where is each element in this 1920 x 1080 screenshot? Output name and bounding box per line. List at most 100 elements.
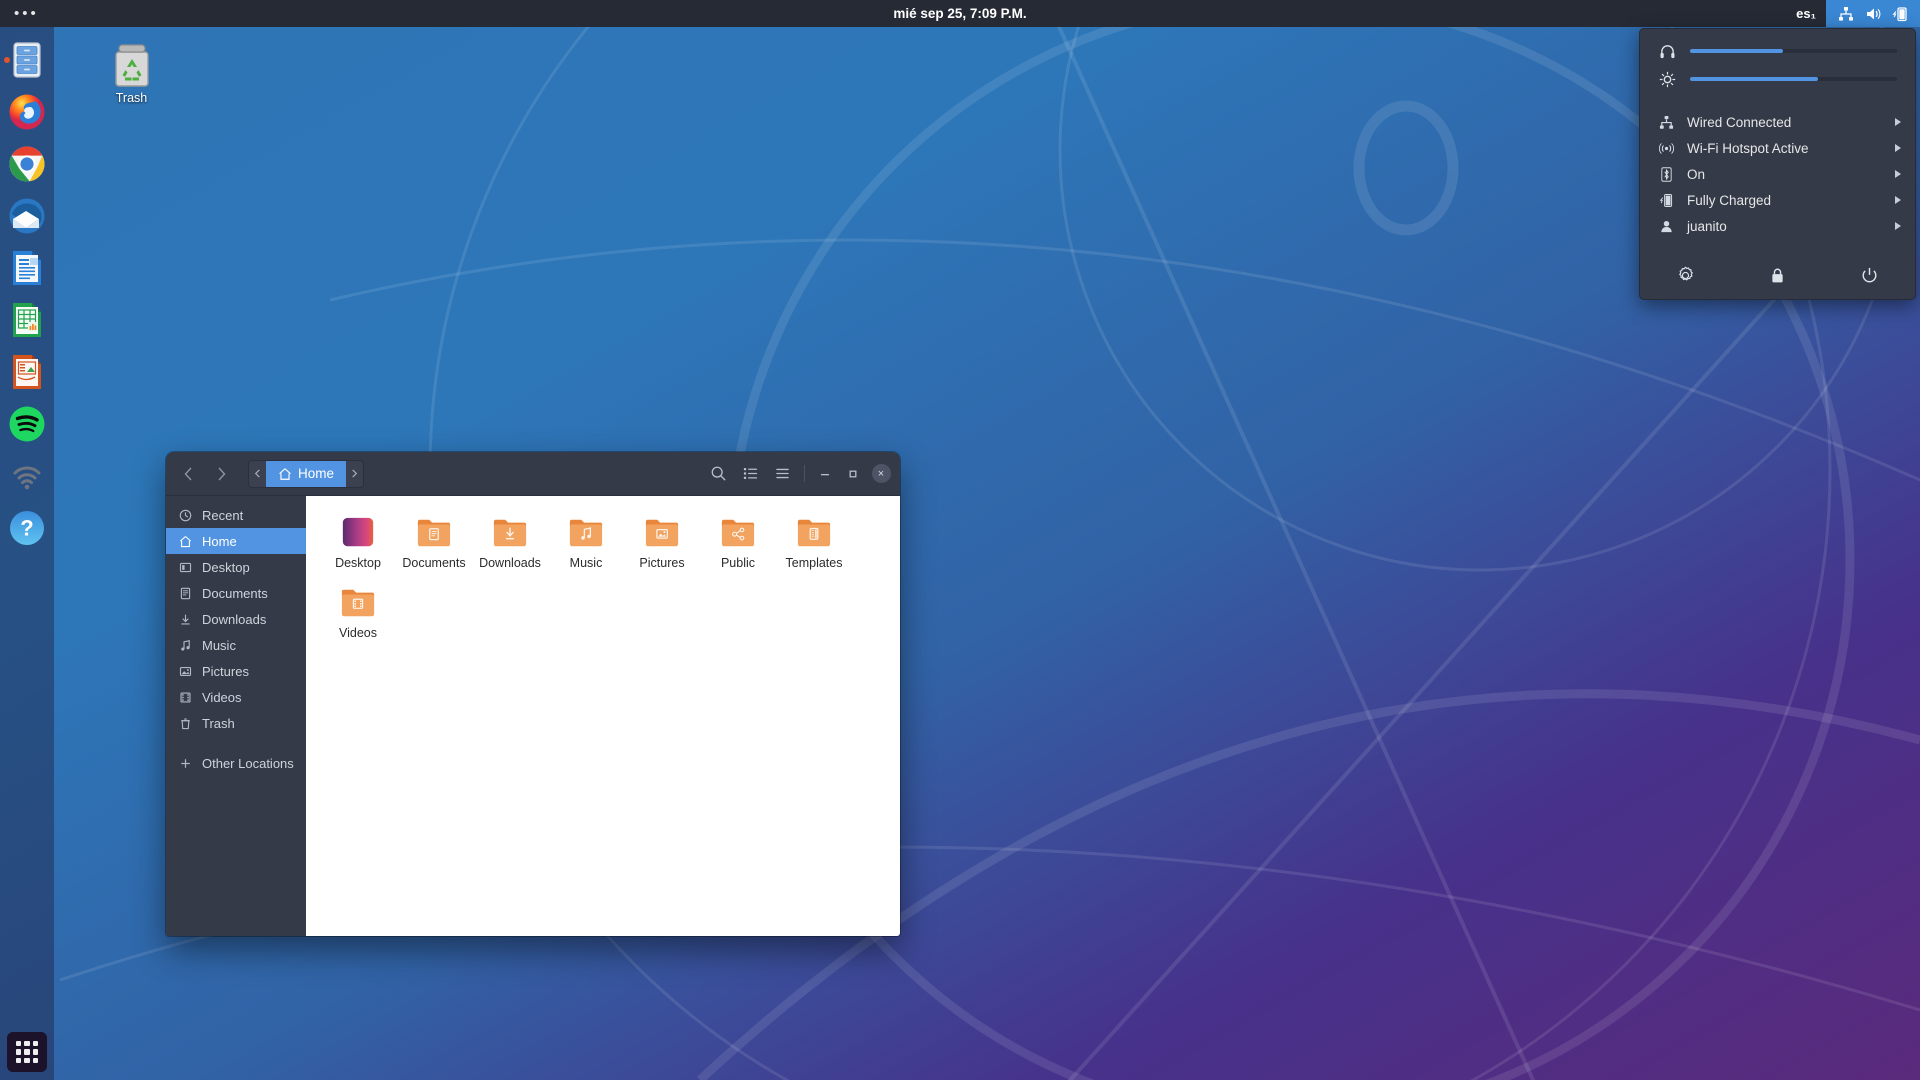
window-header-bar: Home: [166, 452, 900, 496]
keyboard-layout-indicator[interactable]: es₁: [1786, 6, 1826, 21]
menu-spacer: [1640, 93, 1915, 109]
file-item-label: Music: [570, 556, 603, 570]
dock-item-calc[interactable]: [3, 294, 51, 346]
clock[interactable]: mié sep 25, 7:09 P.M.: [0, 6, 1920, 21]
file-item-documents[interactable]: Documents: [396, 508, 472, 570]
sidebar-separator: [166, 736, 306, 750]
music-icon: [178, 639, 192, 652]
file-item-label: Public: [721, 556, 755, 570]
menu-button[interactable]: [767, 459, 797, 489]
wifi-hotspot-icon: [1658, 141, 1674, 156]
top-bar: ••• mié sep 25, 7:09 P.M. es₁: [0, 0, 1920, 27]
sidebar-item-home[interactable]: Home: [166, 528, 306, 554]
chevron-right-icon: [1895, 144, 1901, 152]
lock-button[interactable]: [1768, 266, 1787, 290]
sidebar-item-other-locations[interactable]: Other Locations: [166, 750, 306, 776]
menu-item-wired[interactable]: Wired Connected: [1640, 109, 1915, 135]
brightness-slider-row[interactable]: [1640, 65, 1915, 93]
path-scroll-left-button[interactable]: [249, 460, 266, 488]
minimize-button[interactable]: [812, 461, 838, 487]
close-button[interactable]: ×: [872, 464, 891, 483]
search-button[interactable]: [703, 459, 733, 489]
file-item-public[interactable]: Public: [700, 508, 776, 570]
file-item-music[interactable]: Music: [548, 508, 624, 570]
menu-item-user[interactable]: juanito: [1640, 213, 1915, 239]
sidebar-item-label: Recent: [202, 508, 243, 523]
show-applications-button[interactable]: [7, 1032, 47, 1072]
user-icon: [1658, 219, 1674, 234]
files-icon: [7, 40, 47, 80]
menu-item-battery[interactable]: Fully Charged: [1640, 187, 1915, 213]
volume-slider-track[interactable]: [1690, 49, 1897, 53]
file-manager-window: Home: [166, 452, 900, 936]
path-button-home[interactable]: Home: [266, 460, 346, 488]
desktop-icon-trash[interactable]: Trash: [89, 42, 174, 105]
volume-slider-row[interactable]: [1640, 37, 1915, 65]
file-item-templates[interactable]: Templates: [776, 508, 852, 570]
maximize-button[interactable]: [840, 461, 866, 487]
folder-music-icon: [566, 515, 606, 551]
back-button[interactable]: [174, 459, 204, 489]
dock-item-thunderbird[interactable]: [3, 190, 51, 242]
folder-pictures-icon: [642, 515, 682, 551]
dock-item-files[interactable]: [3, 34, 51, 86]
chrome-icon: [7, 144, 47, 184]
desktop-icon-label: Trash: [116, 91, 148, 105]
bluetooth-icon: [1658, 167, 1674, 182]
menu-action-bar: [1640, 253, 1915, 293]
folder-public-icon: [718, 515, 758, 551]
power-button[interactable]: [1860, 266, 1879, 290]
activities-button[interactable]: •••: [14, 6, 39, 21]
dock-item-writer[interactable]: [3, 242, 51, 294]
file-grid[interactable]: Desktop Documents: [306, 496, 900, 936]
header-separator: [804, 465, 805, 482]
sidebar-item-documents[interactable]: Documents: [166, 580, 306, 606]
sidebar-item-music[interactable]: Music: [166, 632, 306, 658]
trash-icon: [110, 42, 154, 88]
view-list-button[interactable]: [735, 459, 765, 489]
network-wired-icon: [1838, 6, 1854, 22]
dock-item-hotspot[interactable]: [3, 450, 51, 502]
sidebar-item-downloads[interactable]: Downloads: [166, 606, 306, 632]
app-grid-dot: [24, 1049, 29, 1054]
file-item-pictures[interactable]: Pictures: [624, 508, 700, 570]
sidebar-item-label: Videos: [202, 690, 242, 705]
forward-button[interactable]: [206, 459, 236, 489]
app-grid-dot: [33, 1049, 38, 1054]
list-view-icon: [742, 465, 759, 482]
folder-downloads-icon: [490, 515, 530, 551]
sidebar-item-trash[interactable]: Trash: [166, 710, 306, 736]
chevron-right-icon: [1895, 118, 1901, 126]
dock-item-firefox[interactable]: [3, 86, 51, 138]
settings-button[interactable]: [1676, 266, 1695, 290]
volume-slider-fill: [1690, 49, 1783, 53]
menu-item-label: juanito: [1687, 219, 1882, 234]
folder-thumbnail-icon: [338, 515, 378, 551]
sidebar-item-desktop[interactable]: Desktop: [166, 554, 306, 580]
close-button-wrap[interactable]: ×: [868, 461, 894, 487]
desktop-icon: [178, 561, 192, 574]
path-scroll-right-button[interactable]: [346, 460, 363, 488]
dock-item-spotify[interactable]: [3, 398, 51, 450]
sidebar-item-recent[interactable]: Recent: [166, 502, 306, 528]
brightness-slider-track[interactable]: [1690, 77, 1897, 81]
file-item-desktop[interactable]: Desktop: [320, 508, 396, 570]
menu-item-label: Fully Charged: [1687, 193, 1882, 208]
app-grid-dot: [33, 1041, 38, 1046]
menu-item-hotspot[interactable]: Wi-Fi Hotspot Active: [1640, 135, 1915, 161]
firefox-icon: [7, 92, 47, 132]
file-item-videos[interactable]: Videos: [320, 578, 396, 640]
dock-item-chrome[interactable]: [3, 138, 51, 190]
app-grid-dot: [16, 1049, 21, 1054]
volume-icon: [1865, 6, 1881, 22]
sidebar-item-pictures[interactable]: Pictures: [166, 658, 306, 684]
sidebar-item-videos[interactable]: Videos: [166, 684, 306, 710]
file-item-downloads[interactable]: Downloads: [472, 508, 548, 570]
chevron-right-icon: [1895, 196, 1901, 204]
dock-item-help[interactable]: ?: [3, 502, 51, 554]
system-menu-button[interactable]: [1826, 0, 1920, 27]
menu-item-bluetooth[interactable]: On: [1640, 161, 1915, 187]
file-item-label: Desktop: [335, 556, 381, 570]
dock-item-impress[interactable]: [3, 346, 51, 398]
chevron-right-icon: [1895, 222, 1901, 230]
